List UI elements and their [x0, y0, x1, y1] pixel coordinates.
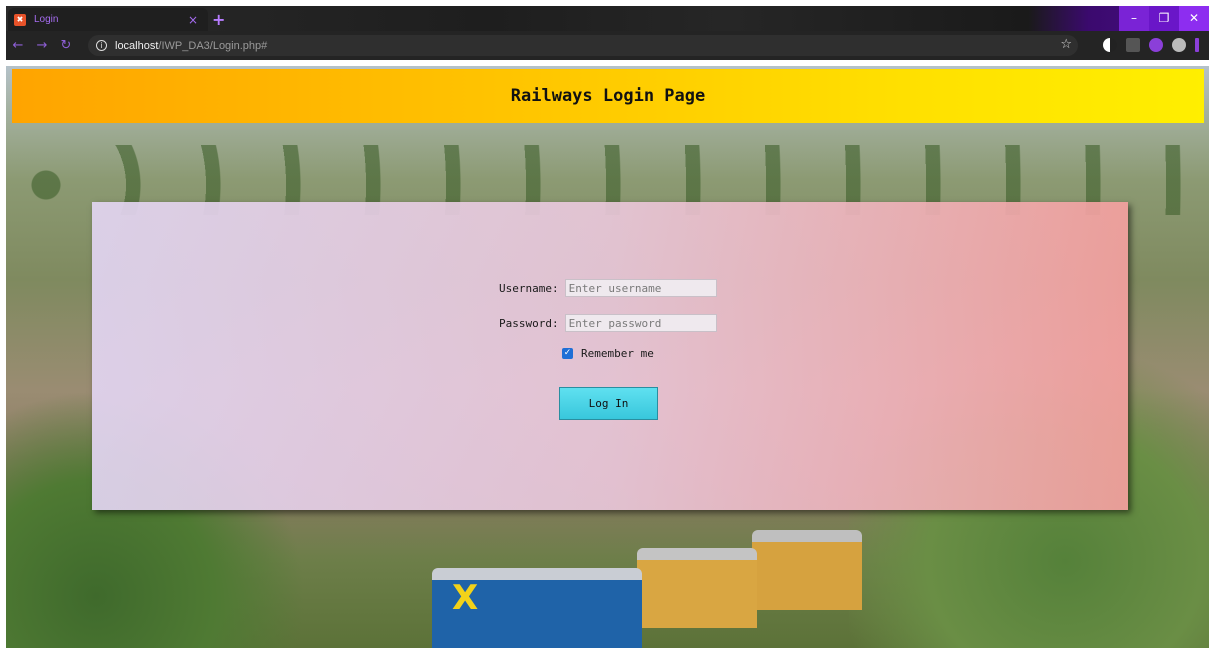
- login-form: Username: Password: ✓ Remember me Log In: [92, 202, 1128, 510]
- username-row: Username:: [499, 279, 717, 297]
- password-row: Password:: [499, 314, 717, 332]
- header-banner: Railways Login Page: [12, 69, 1204, 123]
- extensions-bar: [1103, 38, 1199, 52]
- train-coach: [637, 548, 757, 628]
- close-tab-icon[interactable]: ×: [188, 13, 198, 27]
- info-icon[interactable]: i: [96, 40, 107, 51]
- remember-me-checkbox[interactable]: ✓: [562, 348, 573, 359]
- browser-window: ✖ Login × + – ❐ ✕ ← → ↻ i localhost /IWP…: [6, 6, 1209, 60]
- password-label: Password:: [499, 316, 559, 330]
- page-background: X Railways Login Page Username: Password…: [6, 60, 1209, 648]
- reload-icon[interactable]: ↻: [54, 38, 78, 53]
- minimize-button[interactable]: –: [1119, 6, 1149, 31]
- username-input[interactable]: [564, 279, 717, 297]
- forward-icon[interactable]: →: [30, 38, 54, 53]
- address-bar[interactable]: i localhost /IWP_DA3/Login.php# ☆: [88, 35, 1078, 56]
- extension-icon[interactable]: [1126, 38, 1140, 52]
- remember-row: ✓ Remember me: [562, 347, 654, 360]
- train-coach: [752, 530, 862, 610]
- window-controls: – ❐ ✕: [1119, 6, 1209, 31]
- bookmark-star-icon[interactable]: ☆: [1060, 37, 1072, 52]
- tab-strip: ✖ Login × + – ❐ ✕: [6, 6, 1209, 31]
- puzzle-extension-icon[interactable]: [1149, 38, 1163, 52]
- username-label: Username:: [499, 281, 559, 295]
- restore-button[interactable]: ❐: [1149, 6, 1179, 31]
- url-host: localhost: [115, 39, 159, 52]
- page-title: Railways Login Page: [510, 86, 706, 106]
- background-train-image: X: [432, 508, 862, 648]
- tab-login[interactable]: ✖ Login ×: [8, 8, 208, 31]
- back-icon[interactable]: ←: [6, 38, 30, 53]
- profile-avatar[interactable]: [1172, 38, 1186, 52]
- close-window-button[interactable]: ✕: [1179, 6, 1209, 31]
- tab-title: Login: [34, 14, 59, 25]
- url-path: /IWP_DA3/Login.php#: [158, 39, 268, 52]
- xampp-icon: ✖: [14, 13, 26, 26]
- remember-me-label: Remember me: [581, 347, 654, 360]
- browser-toolbar: ← → ↻ i localhost /IWP_DA3/Login.php# ☆: [6, 31, 1209, 60]
- dark-mode-extension-icon[interactable]: [1103, 38, 1117, 52]
- login-card: Username: Password: ✓ Remember me Log In: [92, 202, 1128, 510]
- new-tab-button[interactable]: +: [212, 10, 225, 29]
- login-button[interactable]: Log In: [559, 387, 658, 420]
- password-input[interactable]: [564, 314, 717, 332]
- train-x-mark: X: [452, 578, 479, 618]
- menu-icon[interactable]: [1195, 38, 1199, 52]
